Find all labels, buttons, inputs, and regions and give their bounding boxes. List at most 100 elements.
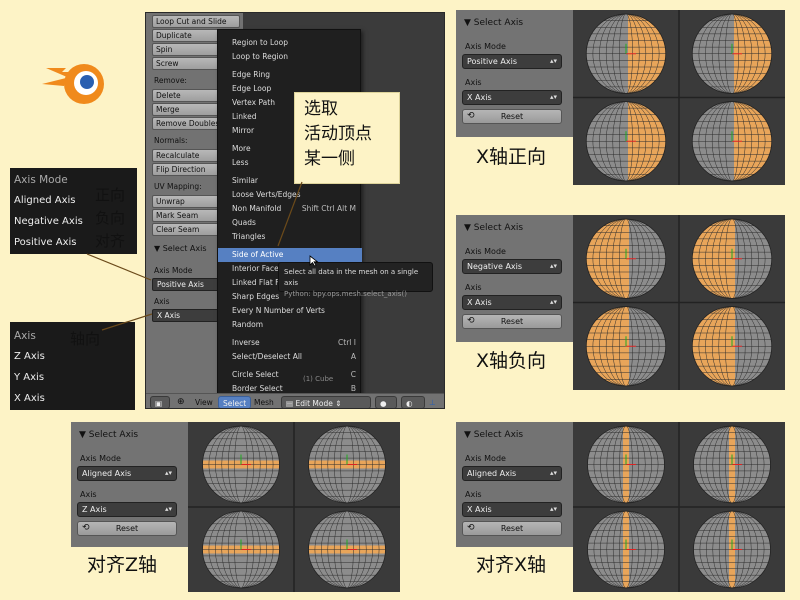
panel-header-label: Select Axis [473,223,524,233]
axis-dropdown[interactable]: X Axis ▴▾ [462,295,562,310]
reset-label: Reset [115,524,139,533]
axis-mode-dropdown[interactable]: Positive Axis ▴▾ [462,54,562,69]
updown-arrow-icon: ▴▾ [549,469,557,477]
callout-pointer [277,181,303,247]
menu-item-label: Sharp Edges [232,292,280,301]
axis-value: X Axis [467,93,492,102]
label-axis-cn: 轴向 [70,330,101,348]
reset-button[interactable]: ⟲ Reset [77,521,177,536]
axis-value: Z Axis [82,505,107,514]
menu-item-shortcut: A [350,352,356,361]
updown-arrow-icon: ▴▾ [549,505,557,513]
panel-caption: 对齐Z轴 [87,554,158,576]
quad-viewport[interactable] [573,10,785,185]
3d-view-header: ▣ ⊕ View Select Mesh ▤ Edit Mode ⇕ ● ◐ ⊥ [146,393,444,408]
reset-button[interactable]: ⟲ Reset [462,314,562,329]
menu-item-circle-select[interactable]: Circle Select C [218,368,362,382]
menu-item-label: Mirror [232,126,255,135]
option-aligned-axis[interactable]: Aligned Axis [14,195,76,206]
remove-header: Remove: [154,76,187,85]
reset-icon: ⟲ [82,523,90,533]
axis-mode-dropdown[interactable]: Aligned Axis ▴▾ [77,466,177,481]
option-negative-axis[interactable]: Negative Axis [14,216,83,227]
select-axis-header[interactable]: ▼ Select Axis [154,244,207,253]
axis-mode-dropdown[interactable]: Negative Axis ▴▾ [462,259,562,274]
menu-item-every-n-number-of-verts[interactable]: Every N Number of Verts [218,304,362,318]
quad-viewport[interactable] [188,422,400,592]
menu-item-shortcut: C [350,370,356,379]
menu-item-label: Side of Active [232,250,284,259]
shading-button[interactable]: ● [375,396,397,408]
panel-header[interactable]: ▼ Select Axis [464,18,523,28]
label-positive-cn: 正向 [95,186,126,204]
editor-type-button[interactable]: ▣ [150,396,170,408]
select-axis-header-label: Select Axis [162,244,207,253]
menu-item-shortcut: Ctrl I [338,338,356,347]
axis-dropdown[interactable]: X Axis ▴▾ [462,502,562,517]
axis-value: X Axis [467,298,492,307]
panel-header[interactable]: ▼ Select Axis [79,430,138,440]
reset-button[interactable]: ⟲ Reset [462,521,562,536]
option-z-axis[interactable]: Z Axis [14,351,45,362]
quad-viewport[interactable] [573,422,785,592]
reset-button[interactable]: ⟲ Reset [462,109,562,124]
label-aligned-cn: 对齐 [95,232,126,250]
mesh-menu[interactable]: Mesh [254,396,274,408]
menu-item-label: Every N Number of Verts [232,306,325,315]
menu-item-label: Circle Select [232,370,279,379]
menu-item-inverse[interactable]: Inverse Ctrl I [218,336,362,350]
axis-mode-label: Axis Mode [465,454,506,463]
menu-item-side-of-active[interactable]: Side of Active [218,248,362,262]
menu-item-label: Edge Loop [232,84,272,93]
menu-item-label: Loop to Region [232,52,288,61]
axis-mode-value: Aligned Axis [467,469,517,478]
panel-caption: 对齐X轴 [476,554,547,576]
plus-icon[interactable]: ⊕ [177,396,185,408]
updown-arrow-icon: ▴▾ [549,262,557,270]
menu-item-random[interactable]: Random [218,318,362,332]
callout-line-2: 活动顶点 [304,124,372,144]
axis-label: Axis [465,283,482,292]
menu-item-label: Quads [232,218,256,227]
menu-item-loop-to-region[interactable]: Loop to Region [218,50,362,64]
panel-header-label: Select Axis [473,18,524,28]
quad-viewport[interactable] [573,215,785,390]
panel-header-label: Select Axis [473,430,524,440]
reset-icon: ⟲ [467,523,475,533]
pivot-button[interactable]: ◐ [401,396,425,408]
menu-item-label: Border Select [232,384,283,393]
axis-dropdown[interactable]: Z Axis ▴▾ [77,502,177,517]
menu-item-region-to-loop[interactable]: Region to Loop [218,36,362,50]
axis-mode-label: Axis Mode [465,42,506,51]
menu-item-edge-ring[interactable]: Edge Ring [218,68,362,82]
panel-header[interactable]: ▼ Select Axis [464,223,523,233]
axis-inset-title: Axis [14,330,36,342]
option-x-axis[interactable]: X Axis [14,393,45,404]
option-y-axis[interactable]: Y Axis [14,372,44,383]
panel-header[interactable]: ▼ Select Axis [464,430,523,440]
axis-mode-value: Negative Axis [467,262,523,271]
menu-item-select-deselect-all[interactable]: Select/Deselect All A [218,350,362,364]
manipulator-icon[interactable]: ⊥ [429,396,436,408]
select-axis-panel: ▼ Select Axis Axis Mode Aligned Axis ▴▾ Axis… [456,422,573,547]
select-menu-button[interactable]: Select [218,396,252,408]
mode-label: Edit Mode [295,399,333,408]
axis-mode-dropdown[interactable]: Aligned Axis ▴▾ [462,466,562,481]
callout-line-3: 某一侧 [304,149,355,169]
option-positive-axis[interactable]: Positive Axis [14,237,76,248]
view-menu[interactable]: View [195,396,213,408]
updown-arrow-icon: ▴▾ [549,93,557,101]
menu-item-label: Linked [232,112,257,121]
menu-item-label: Select/Deselect All [232,352,303,361]
blender-logo-icon [42,64,104,104]
label-negative-cn: 负向 [95,209,126,227]
axis-mode-label: Axis Mode [80,454,121,463]
panel-caption: X轴负向 [476,350,547,372]
mode-dropdown[interactable]: ▤ Edit Mode ⇕ [281,396,371,408]
menu-item-label: Random [232,320,264,329]
axis-label: Axis [465,78,482,87]
updown-arrow-icon: ▴▾ [164,505,172,513]
axis-dropdown[interactable]: X Axis ▴▾ [462,90,562,105]
reset-label: Reset [500,112,524,121]
loop-cut-button[interactable]: Loop Cut and Slide [152,15,240,28]
